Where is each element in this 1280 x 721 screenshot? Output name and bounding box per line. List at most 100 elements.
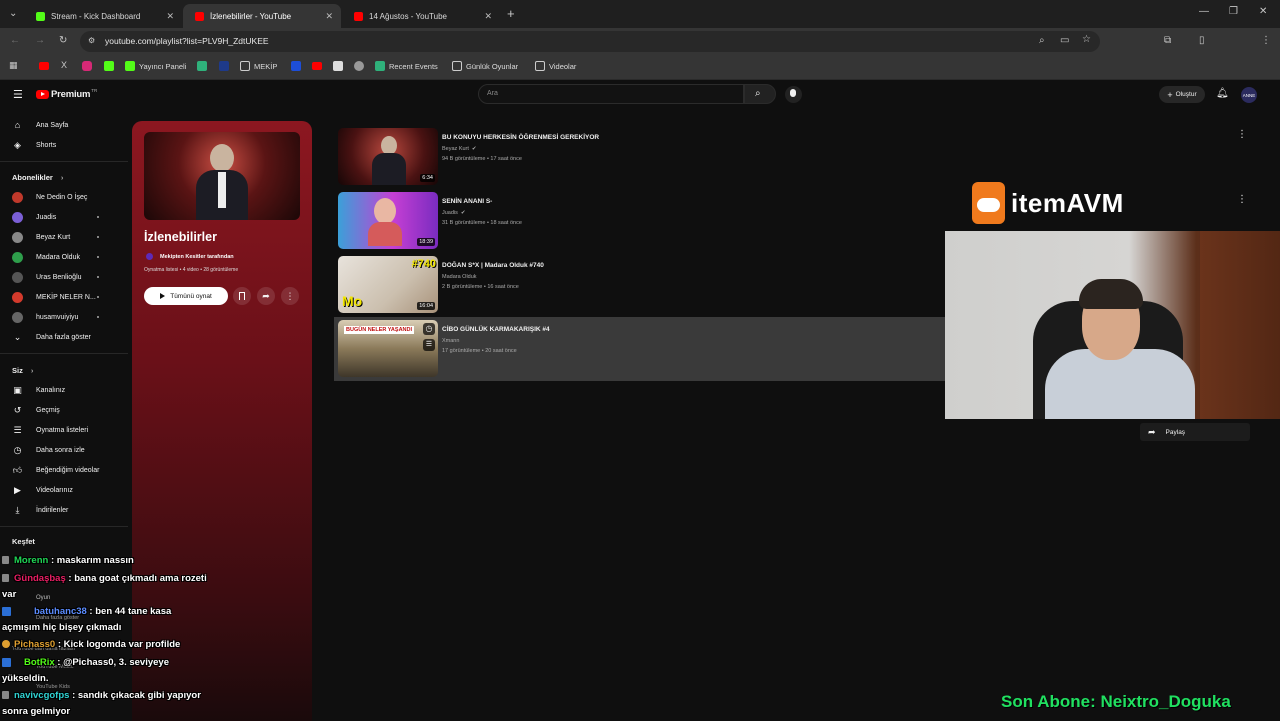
sidebar-item-downloads[interactable]: ⤓ İndirilenler bbox=[0, 501, 128, 519]
kick-bookmark-icon[interactable] bbox=[104, 61, 114, 71]
back-icon[interactable]: ← bbox=[10, 35, 20, 46]
bookmark-star-icon[interactable]: ☆ bbox=[1082, 34, 1091, 45]
share-playlist-button[interactable]: ➦ bbox=[257, 287, 275, 305]
image-bookmark-icon[interactable] bbox=[333, 61, 343, 71]
sidebar-item-channel[interactable]: ▣ Kanalınız bbox=[0, 381, 128, 399]
video-title[interactable]: BU KONUYU HERKESİN ÖĞRENMESİ GEREKİYOR bbox=[442, 134, 599, 141]
subscriptions-heading[interactable]: Abonelikler › bbox=[12, 173, 63, 182]
create-button[interactable]: + Oluştur bbox=[1159, 86, 1205, 103]
close-tab-icon[interactable]: ✕ bbox=[166, 11, 174, 22]
subscription-mekip[interactable]: MEKİP NELER N... bbox=[0, 288, 128, 306]
watch-later-icon: ◷ bbox=[13, 444, 22, 455]
video-thumbnail[interactable]: #740 Mo 16:04 bbox=[338, 256, 438, 313]
search-button[interactable]: ⌕ bbox=[744, 84, 776, 104]
forward-icon[interactable]: → bbox=[35, 35, 45, 46]
subscription-husam[interactable]: husamvuiyiyu bbox=[0, 308, 128, 326]
playlist-video-row[interactable]: #740 Mo 16:04 DOĞAN S*X | Madara Olduk #… bbox=[334, 253, 946, 317]
bookmark-recent-events[interactable]: Recent Events bbox=[375, 61, 438, 71]
chat-text: var bbox=[2, 589, 17, 600]
subscription-beyaz-kurt[interactable]: Beyaz Kurt bbox=[0, 228, 128, 246]
more-vert-icon: ⋮ bbox=[285, 291, 295, 301]
you-heading[interactable]: Siz › bbox=[12, 366, 33, 375]
video-more-button[interactable]: ⋮ bbox=[1237, 129, 1247, 140]
site-info-icon[interactable]: ⚙ bbox=[88, 36, 95, 45]
close-tab-icon[interactable]: ✕ bbox=[325, 11, 333, 22]
url-text[interactable]: youtube.com/playlist?list=PLV9H_ZdtUKEE bbox=[105, 36, 269, 46]
video-title[interactable]: DOĞAN S*X | Madara Olduk #740 bbox=[442, 262, 544, 269]
sidebar-item-playlists[interactable]: ☰ Oynatma listeleri bbox=[0, 421, 128, 439]
tab-14-agustos[interactable]: 14 Ağustos - YouTube ✕ bbox=[342, 4, 500, 28]
reload-icon[interactable]: ↻ bbox=[59, 35, 67, 46]
video-thumbnail[interactable]: 6:34 bbox=[338, 128, 438, 185]
bookmark-icon[interactable] bbox=[197, 61, 207, 71]
video-title[interactable]: SENİN ANANI S- bbox=[442, 198, 492, 205]
person-body bbox=[1045, 349, 1195, 419]
video-channel[interactable]: Madara Olduk bbox=[442, 274, 477, 280]
add-to-queue-icon[interactable]: ☰ bbox=[423, 339, 435, 351]
chat-badge bbox=[2, 556, 9, 564]
video-more-button[interactable]: ⋮ bbox=[1237, 194, 1247, 205]
subscription-uras-benlioglu[interactable]: Uras Benlioğlu bbox=[0, 268, 128, 286]
minimize-button[interactable]: — bbox=[1199, 6, 1209, 17]
bookmark-gunluk-oyunlar[interactable]: Günlük Oyunlar bbox=[452, 61, 518, 71]
playlist-more-button[interactable]: ⋮ bbox=[281, 287, 299, 305]
youtube-logo[interactable]: Premium TR bbox=[36, 88, 97, 100]
watch-later-icon[interactable]: ◷ bbox=[423, 323, 435, 335]
close-tab-icon[interactable]: ✕ bbox=[484, 11, 492, 22]
video-channel[interactable]: Xmann bbox=[442, 338, 459, 344]
bookmark-mekip[interactable]: MEKİP bbox=[240, 61, 277, 71]
play-all-button[interactable]: Tümünü oynat bbox=[144, 287, 228, 305]
voice-search-button[interactable] bbox=[785, 86, 802, 103]
video-title[interactable]: CİBO GÜNLÜK KARMAKARIŞIK #4 bbox=[442, 326, 550, 333]
sidebar-item-shorts[interactable]: ◈ Shorts bbox=[0, 136, 128, 154]
restore-button[interactable]: ❐ bbox=[1229, 6, 1238, 17]
bookmark-icon[interactable] bbox=[291, 61, 301, 71]
show-more-subscriptions[interactable]: ⌄ Daha fazla göster bbox=[0, 328, 128, 346]
close-window-button[interactable]: ✕ bbox=[1259, 6, 1267, 17]
video-thumbnail[interactable]: 18:39 bbox=[338, 192, 438, 249]
playlist-thumbnail[interactable] bbox=[144, 132, 300, 220]
save-playlist-button[interactable] bbox=[233, 287, 251, 305]
chat-message: Gündaşbaş : bana goat çıkmadı ama rozeti bbox=[2, 573, 207, 584]
sidebar-item-home[interactable]: ⌂ Ana Sayfa bbox=[0, 116, 128, 134]
search-input[interactable]: Ara bbox=[478, 84, 744, 104]
playlist-video-row[interactable]: 18:39 SENİN ANANI S- Juadis ✔ 31 B görünt… bbox=[334, 189, 946, 253]
video-channel[interactable]: Juadis ✔ bbox=[442, 210, 466, 216]
youtube-bookmark-icon[interactable] bbox=[39, 62, 49, 70]
tab-izlenebilirler[interactable]: İzlenebilirler - YouTube ✕ bbox=[183, 4, 341, 28]
subscription-madara-olduk[interactable]: Madara Olduk bbox=[0, 248, 128, 266]
subscription-juadis[interactable]: Juadis bbox=[0, 208, 128, 226]
tab-search-icon[interactable]: ⌄ bbox=[9, 8, 17, 19]
sidebar-item-liked[interactable]: 👍︎ Beğendiğim videolar bbox=[0, 461, 128, 479]
instagram-bookmark-icon[interactable] bbox=[82, 61, 92, 71]
menu-icon[interactable]: ⋮ bbox=[1261, 35, 1271, 46]
cast-icon[interactable]: ▭ bbox=[1060, 35, 1069, 46]
playlist-video-row[interactable]: 6:34 BU KONUYU HERKESİN ÖĞRENMESİ GEREKİ… bbox=[334, 125, 946, 189]
video-thumbnail[interactable]: BUGÜN NELER YAŞANDI ◷ ☰ bbox=[338, 320, 438, 377]
extensions-icon[interactable]: ⧉ bbox=[1164, 35, 1171, 46]
bookmark-icon[interactable] bbox=[219, 61, 229, 71]
notifications-bell-icon[interactable]: 🔔︎ bbox=[1216, 88, 1229, 99]
new-tab-button[interactable]: + bbox=[507, 6, 515, 21]
share-button[interactable]: ➦ Paylaş bbox=[1140, 423, 1250, 441]
sidebar-item-gaming[interactable]: Oyun bbox=[36, 595, 50, 601]
playlist-owner[interactable]: Mekipten Kesitler tarafından bbox=[146, 253, 234, 260]
zoom-icon[interactable]: ⌕ bbox=[1039, 35, 1045, 46]
playlist-video-row-hovered[interactable]: BUGÜN NELER YAŞANDI ◷ ☰ CİBO GÜNLÜK KARM… bbox=[334, 317, 946, 381]
apps-icon[interactable]: ▦ bbox=[9, 60, 18, 71]
sidebar-item-watch-later[interactable]: ◷ Daha sonra izle bbox=[0, 441, 128, 459]
tab-kick-dashboard[interactable]: Stream - Kick Dashboard ✕ bbox=[24, 4, 182, 28]
sidebar-item-history[interactable]: ↺ Geçmiş bbox=[0, 401, 128, 419]
youtube-bookmark-icon[interactable] bbox=[312, 62, 322, 70]
subscription-ne-dedin[interactable]: Ne Dedin O İşeç bbox=[0, 188, 128, 206]
sidebar-item-your-videos[interactable]: ▶ Videolarınız bbox=[0, 481, 128, 499]
side-panel-icon[interactable]: ▯ bbox=[1199, 35, 1205, 46]
x-bookmark-icon[interactable]: X bbox=[61, 60, 67, 70]
sidebar-label: Juadis bbox=[36, 213, 57, 221]
bookmark-videolar[interactable]: Videolar bbox=[535, 61, 576, 71]
bookmark-icon[interactable] bbox=[354, 61, 364, 71]
hamburger-menu-icon[interactable]: ☰ bbox=[13, 88, 23, 101]
video-channel[interactable]: Beyaz Kurt ✔ bbox=[442, 146, 477, 152]
bookmark-yayinci-paneli[interactable]: Yayıncı Paneli bbox=[125, 61, 186, 71]
account-avatar[interactable]: ANNE bbox=[1241, 87, 1257, 103]
